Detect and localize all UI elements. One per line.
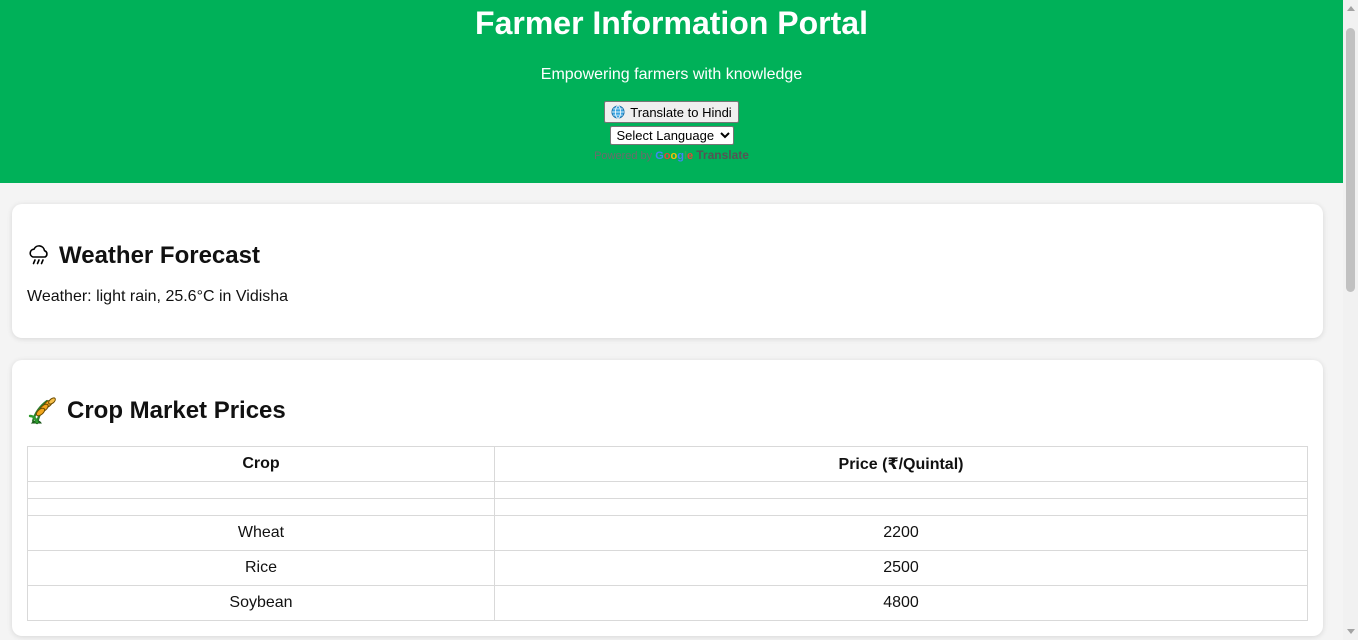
cloud-rain-icon [29,245,48,265]
table-row: Wheat 2200 [27,515,1308,551]
translate-to-hindi-button[interactable]: Translate to Hindi [604,101,739,123]
crop-name-cell: Wheat [27,515,495,551]
table-row-empty [27,481,1308,499]
vertical-scrollbar[interactable] [1343,0,1358,640]
crop-price-cell: 2200 [494,515,1308,551]
page: Farmer Information Portal Empowering far… [0,0,1343,640]
page-subtitle: Empowering farmers with knowledge [540,66,803,83]
scrollbar-thumb[interactable] [1346,28,1355,292]
column-header-price: Price (₹/Quintal) [494,446,1308,482]
language-select[interactable]: Select Language [609,126,734,145]
google-logo: Google [655,150,693,162]
translate-link[interactable]: Translate [696,148,749,162]
scroll-down-arrow-icon[interactable] [1347,629,1355,634]
table-row-empty [27,498,1308,516]
weather-card: Weather Forecast Weather: light rain, 25… [12,204,1323,338]
google-logo-letter: G [655,150,664,162]
weather-text: Weather: light rain, 25.6°C in Vidisha [27,288,289,305]
column-header-crop: Crop [27,446,495,482]
translate-button-label: Translate to Hindi [630,104,732,120]
weather-heading-text: Weather Forecast [59,242,260,269]
crop-price-cell: 2500 [494,550,1308,586]
google-translate-attribution: Powered by Google Translate [0,148,1343,163]
crop-name-cell: Rice [27,550,495,586]
crop-prices-card: Crop Market Prices Crop Price (₹/Quintal… [12,360,1323,636]
table-row: Soybean 4800 [27,585,1308,621]
powered-by-text: Powered by [594,150,653,162]
crop-name-cell: Soybean [27,585,495,621]
crop-prices-table: Crop Price (₹/Quintal) Wheat 2200 Rice 2… [27,446,1308,621]
google-logo-letter: e [687,150,694,162]
site-header: Farmer Information Portal Empowering far… [0,0,1343,183]
crop-prices-heading: Crop Market Prices [27,360,1308,426]
language-row: Select Language [0,126,1343,145]
table-cell-empty [27,481,495,499]
weather-heading: Weather Forecast [27,204,1308,270]
google-logo-letter: g [677,150,684,162]
table-row: Rice 2500 [27,550,1308,586]
table-cell-empty [494,481,1308,499]
crop-price-cell: 4800 [494,585,1308,621]
table-cell-empty [494,498,1308,516]
page-title: Farmer Information Portal [475,5,868,41]
scroll-up-arrow-icon[interactable] [1347,6,1355,11]
crop-prices-heading-text: Crop Market Prices [67,397,286,424]
globe-icon [611,105,625,119]
browser-viewport: Farmer Information Portal Empowering far… [0,0,1358,640]
sheaf-of-rice-icon [28,397,56,425]
table-cell-empty [27,498,495,516]
google-logo-letter: o [663,150,671,162]
table-header-row: Crop Price (₹/Quintal) [27,446,1308,482]
